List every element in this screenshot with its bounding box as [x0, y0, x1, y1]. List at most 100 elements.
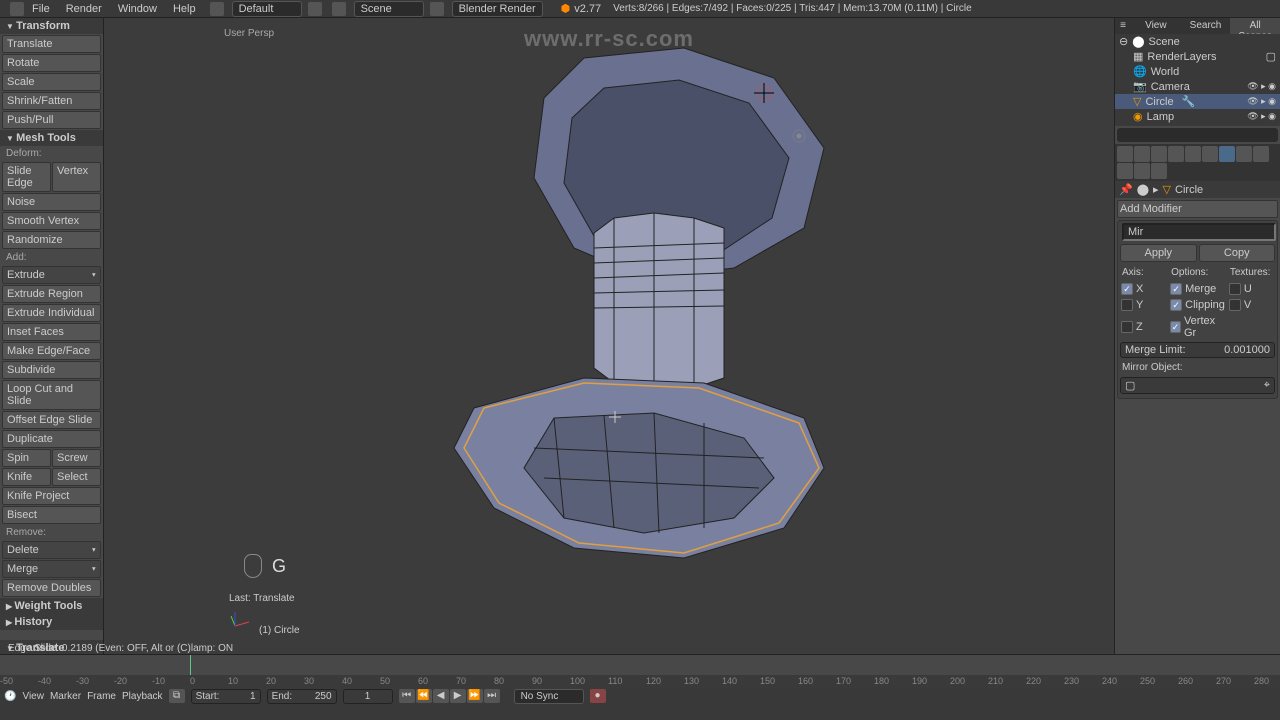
merge-limit-input[interactable]: Merge Limit:0.001000	[1120, 342, 1275, 358]
breadcrumb-scene-icon[interactable]: ⬤	[1137, 183, 1149, 196]
duplicate-button[interactable]: Duplicate	[2, 430, 101, 448]
render-engine-dropdown[interactable]: Blender Render	[452, 1, 543, 17]
axis-x-checkbox[interactable]	[1121, 283, 1133, 295]
outliner-renderlayers[interactable]: RenderLayers	[1147, 51, 1216, 63]
extrude-region-button[interactable]: Extrude Region	[2, 285, 101, 303]
copy-button[interactable]: Copy	[1199, 244, 1276, 262]
outliner-search-input[interactable]	[1117, 128, 1278, 142]
autokey-icon[interactable]: ●	[590, 689, 606, 703]
make-edgeface-button[interactable]: Make Edge/Face	[2, 342, 101, 360]
jump-start-icon[interactable]: ⏮	[399, 689, 415, 703]
tex-v-checkbox[interactable]	[1229, 299, 1241, 311]
play-reverse-icon[interactable]: ◀	[433, 689, 449, 703]
menu-window[interactable]: Window	[110, 1, 165, 17]
merge-dropdown[interactable]: Merge	[2, 560, 101, 578]
prop-particles-icon[interactable]	[1134, 163, 1150, 179]
jump-end-icon[interactable]: ⏭	[484, 689, 500, 703]
outliner-circle[interactable]: Circle	[1145, 96, 1173, 108]
pin-icon[interactable]: 📌	[1119, 183, 1133, 196]
start-frame-input[interactable]: Start:1	[191, 689, 261, 704]
rotate-button[interactable]: Rotate	[2, 54, 101, 72]
slide-vertex-button[interactable]: Vertex	[52, 162, 101, 192]
remove-doubles-button[interactable]: Remove Doubles	[2, 579, 101, 597]
mesh-tools-header[interactable]: Mesh Tools	[0, 130, 103, 146]
timeline-cursor[interactable]	[190, 655, 191, 675]
add-layout-icon[interactable]	[308, 2, 322, 16]
layout-preset-dropdown[interactable]: Default	[232, 1, 302, 17]
prop-data-icon[interactable]	[1236, 146, 1252, 162]
end-frame-input[interactable]: End:250	[267, 689, 337, 704]
sync-dropdown[interactable]: No Sync	[514, 689, 584, 704]
timeline-editor-icon[interactable]: 🕐	[4, 691, 16, 702]
smooth-vertex-button[interactable]: Smooth Vertex	[2, 212, 101, 230]
inset-faces-button[interactable]: Inset Faces	[2, 323, 101, 341]
renderlayers-icon[interactable]: ▦	[1133, 50, 1143, 63]
modifier-name-input[interactable]	[1122, 223, 1276, 241]
scene-collapse-icon[interactable]: ⊖	[1119, 35, 1128, 48]
prop-constraints-icon[interactable]	[1202, 146, 1218, 162]
renderlayers-toggle-icon[interactable]: ▢	[1266, 50, 1276, 63]
screw-button[interactable]: Screw	[52, 449, 101, 467]
world-icon[interactable]: 🌐	[1133, 65, 1147, 78]
range-icon[interactable]: ⧉	[169, 689, 185, 703]
outliner-lamp[interactable]: Lamp	[1147, 111, 1175, 123]
vertexgr-checkbox[interactable]	[1170, 321, 1181, 333]
timeline-menu-frame[interactable]: Frame	[87, 691, 116, 702]
scene-dropdown[interactable]: Scene	[354, 1, 424, 17]
merge-checkbox[interactable]	[1170, 283, 1182, 295]
timeline-track[interactable]	[0, 655, 1280, 675]
timeline-menu-marker[interactable]: Marker	[50, 691, 81, 702]
delete-dropdown[interactable]: Delete	[2, 541, 101, 559]
prop-material-icon[interactable]	[1253, 146, 1269, 162]
timeline-ruler[interactable]: -50-40-30-20-100102030405060708090100110…	[0, 675, 1280, 689]
add-modifier-button[interactable]: Add Modifier	[1117, 200, 1278, 218]
extrude-dropdown[interactable]: Extrude	[2, 266, 101, 284]
keyframe-next-icon[interactable]: ⏩	[467, 689, 483, 703]
outliner-editor-icon[interactable]: ≡	[1115, 18, 1131, 34]
transform-header[interactable]: Transform	[0, 18, 103, 34]
axis-z-checkbox[interactable]	[1121, 321, 1133, 333]
translate-button[interactable]: Translate	[2, 35, 101, 53]
menu-file[interactable]: File	[24, 1, 58, 17]
clipping-checkbox[interactable]	[1170, 299, 1182, 311]
prop-world-icon[interactable]	[1168, 146, 1184, 162]
push-pull-button[interactable]: Push/Pull	[2, 111, 101, 129]
timeline-menu-view[interactable]: View	[22, 691, 44, 702]
blender-icon[interactable]	[10, 2, 24, 16]
eyedropper-icon[interactable]: ⌖	[1264, 379, 1270, 392]
scene-icon[interactable]	[332, 2, 346, 16]
mesh-icon[interactable]: ▽	[1133, 95, 1141, 108]
lamp-icon[interactable]: ◉	[1133, 110, 1143, 123]
extrude-individual-button[interactable]: Extrude Individual	[2, 304, 101, 322]
back-icon[interactable]	[210, 2, 224, 16]
knife-project-button[interactable]: Knife Project	[2, 487, 101, 505]
offset-edge-button[interactable]: Offset Edge Slide	[2, 411, 101, 429]
knife-button[interactable]: Knife	[2, 468, 51, 486]
outliner-camera[interactable]: Camera	[1151, 81, 1190, 93]
outliner-tab-search[interactable]: Search	[1181, 18, 1231, 34]
outliner[interactable]: ⊖⬤Scene ▦RenderLayers▢ 🌐World 📷Camera👁 ▸…	[1115, 34, 1280, 126]
outliner-tab-view[interactable]: View	[1131, 18, 1181, 34]
menu-render[interactable]: Render	[58, 1, 110, 17]
prop-object-icon[interactable]	[1185, 146, 1201, 162]
keyframe-prev-icon[interactable]: ⏪	[416, 689, 432, 703]
outliner-scene[interactable]: Scene	[1149, 36, 1180, 48]
axis-y-checkbox[interactable]	[1121, 299, 1133, 311]
subdivide-button[interactable]: Subdivide	[2, 361, 101, 379]
breadcrumb-mesh-icon[interactable]: ▽	[1163, 183, 1171, 196]
play-icon[interactable]: ▶	[450, 689, 466, 703]
breadcrumb-object[interactable]: Circle	[1175, 184, 1203, 196]
history-header[interactable]: History	[0, 614, 103, 630]
bisect-button[interactable]: Bisect	[2, 506, 101, 524]
slide-edge-button[interactable]: Slide Edge	[2, 162, 51, 192]
current-frame-input[interactable]: 1	[343, 689, 393, 704]
prop-texture-icon[interactable]	[1117, 163, 1133, 179]
camera-icon[interactable]: 📷	[1133, 80, 1147, 93]
scale-button[interactable]: Scale	[2, 73, 101, 91]
modifier-wrench-icon[interactable]: 🔧	[1182, 95, 1196, 108]
3d-viewport[interactable]: www.rr-sc.com User Persp	[104, 18, 1114, 654]
noise-button[interactable]: Noise	[2, 193, 101, 211]
outliner-world[interactable]: World	[1151, 66, 1180, 78]
prop-renderlayers-icon[interactable]	[1134, 146, 1150, 162]
timeline-menu-playback[interactable]: Playback	[122, 691, 163, 702]
